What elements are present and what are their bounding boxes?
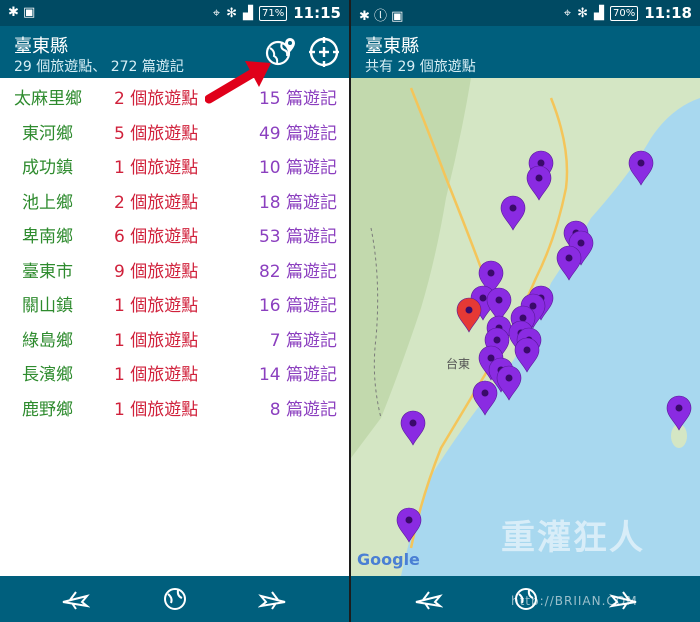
town-name: 太麻里鄉 xyxy=(14,89,82,109)
town-name: 鹿野鄉 xyxy=(22,399,73,420)
map-pin-dot xyxy=(505,374,513,382)
map-pin-dot xyxy=(409,419,417,427)
note-count: 16 篇遊記 xyxy=(258,296,337,316)
spot-count: 6 個旅遊點 xyxy=(114,227,199,247)
map-pin-dot xyxy=(481,389,489,397)
map-pin-dot xyxy=(577,239,585,247)
map-pin-dot xyxy=(493,336,501,344)
location-icon: ⌖ xyxy=(563,5,572,21)
page-subtitle: 29 個旅遊點、 272 篇遊記 xyxy=(14,59,184,75)
bottom-nav xyxy=(0,576,349,622)
map-view[interactable]: 台東 Google xyxy=(351,78,700,576)
battery-indicator: 70% xyxy=(610,5,639,21)
spot-count: 2 個旅遊點 xyxy=(114,89,199,109)
list-item[interactable]: 綠島鄉 1 個旅遊點 7 篇遊記 xyxy=(0,320,349,355)
red-arrow-icon xyxy=(205,61,271,104)
notification-icons: ✱ ⓛ ▣ xyxy=(359,9,404,24)
city-label: 台東 xyxy=(446,356,470,371)
list-item[interactable]: 池上鄉 2 個旅遊點 18 篇遊記 xyxy=(0,182,349,217)
signal-icon: ▟ xyxy=(594,5,605,21)
spot-count: 2 個旅遊點 xyxy=(114,192,199,213)
plane-left-icon[interactable] xyxy=(60,584,90,614)
note-count: 7 篇遊記 xyxy=(269,330,337,351)
note-count: 10 篇遊記 xyxy=(258,158,337,178)
list-item[interactable]: 鹿野鄉 1 個旅遊點 8 篇遊記 xyxy=(0,389,349,424)
watermark-text: 重灌狂人 xyxy=(501,518,645,558)
page-title: 臺東縣 xyxy=(14,36,68,57)
town-name: 臺東市 xyxy=(22,261,73,282)
note-count: 14 篇遊記 xyxy=(258,365,337,385)
location-icon: ⌖ xyxy=(212,5,221,21)
town-name: 成功鎮 xyxy=(22,158,73,178)
list-item[interactable]: 東河鄉 5 個旅遊點 49 篇遊記 xyxy=(0,113,349,148)
plane-right-icon[interactable] xyxy=(258,584,288,614)
spot-count: 1 個旅遊點 xyxy=(114,330,199,351)
town-name: 東河鄉 xyxy=(22,123,73,144)
battery-indicator: 71% xyxy=(259,5,288,21)
list-item[interactable]: 臺東市 9 個旅遊點 82 篇遊記 xyxy=(0,251,349,286)
right-screen: ✱ ⓛ ▣ ⌖ ✻ ▟ 70% 11:18 臺東縣 共有 29 個旅遊點 台東 … xyxy=(351,0,700,622)
left-screen: ✱ ▣ ⌖ ✻ ▟ 71% 11:15 臺東縣 29 個旅遊點、 272 篇遊記 xyxy=(0,0,349,622)
map-pin-dot xyxy=(565,254,573,262)
app-bar: 臺東縣 29 個旅遊點、 272 篇遊記 xyxy=(0,26,349,78)
map-pin-dot xyxy=(535,174,543,182)
list-item[interactable]: 長濱鄉 1 個旅遊點 14 篇遊記 xyxy=(0,354,349,389)
township-list: 太麻里鄉 2 個旅遊點 15 篇遊記 東河鄉 5 個旅遊點 49 篇遊記 成功鎮 1 個旅… xyxy=(0,78,349,423)
map-pin-dot xyxy=(487,269,495,277)
spot-count: 1 個旅遊點 xyxy=(114,365,199,385)
add-location-icon[interactable] xyxy=(306,34,342,70)
bluetooth-icon: ✻ xyxy=(577,5,589,21)
note-count: 8 篇遊記 xyxy=(269,399,337,420)
spot-count: 9 個旅遊點 xyxy=(114,261,199,282)
map-canvas[interactable]: 台東 xyxy=(351,78,700,576)
note-count: 18 篇遊記 xyxy=(258,192,337,213)
signal-icon: ▟ xyxy=(243,5,254,21)
list-item[interactable]: 成功鎮 1 個旅遊點 10 篇遊記 xyxy=(0,147,349,182)
list-item[interactable]: 關山鎮 1 個旅遊點 16 篇遊記 xyxy=(0,285,349,320)
list-item[interactable]: 卑南鄉 6 個旅遊點 53 篇遊記 xyxy=(0,216,349,251)
status-bar: ✱ ▣ ⌖ ✻ ▟ 71% 11:15 xyxy=(0,0,349,26)
page-title: 臺東縣 xyxy=(365,36,419,57)
watermark-url: http://BRIIAN.COM xyxy=(511,594,638,608)
map-pin-dot xyxy=(465,306,473,314)
map-pin-dot xyxy=(523,346,531,354)
spot-count: 1 個旅遊點 xyxy=(114,296,199,316)
note-count: 53 篇遊記 xyxy=(258,227,337,247)
town-name: 長濱鄉 xyxy=(22,365,73,385)
map-pin-dot xyxy=(637,159,645,167)
list-item[interactable]: 太麻里鄉 2 個旅遊點 15 篇遊記 xyxy=(0,78,349,113)
town-name: 關山鎮 xyxy=(22,296,73,316)
map-pin-dot xyxy=(405,516,413,524)
map-pin-dot xyxy=(675,404,683,412)
plane-left-icon[interactable] xyxy=(413,584,443,614)
note-count: 49 篇遊記 xyxy=(258,123,337,144)
spot-count: 5 個旅遊點 xyxy=(114,123,199,144)
spot-count: 1 個旅遊點 xyxy=(114,158,199,178)
notification-icons: ✱ ▣ xyxy=(8,5,36,20)
map-pin-dot xyxy=(519,314,527,322)
town-name: 綠島鄉 xyxy=(22,330,73,351)
google-logo: Google xyxy=(357,550,420,569)
app-bar: 臺東縣 共有 29 個旅遊點 xyxy=(351,26,700,78)
map-pin-dot xyxy=(537,159,545,167)
note-count: 82 篇遊記 xyxy=(258,261,337,282)
map-pin-dot xyxy=(495,296,503,304)
map-pin-dot xyxy=(509,204,517,212)
clock: 11:15 xyxy=(293,4,341,22)
town-name: 卑南鄉 xyxy=(22,227,73,247)
spot-count: 1 個旅遊點 xyxy=(114,399,199,420)
map-pin-dot xyxy=(479,294,487,302)
status-bar: ✱ ⓛ ▣ ⌖ ✻ ▟ 70% 11:18 xyxy=(351,0,700,26)
clock: 11:18 xyxy=(644,4,692,22)
page-subtitle: 共有 29 個旅遊點 xyxy=(365,59,476,75)
town-name: 池上鄉 xyxy=(22,192,73,213)
globe-nav-icon[interactable] xyxy=(160,584,190,614)
bluetooth-icon: ✻ xyxy=(226,5,238,21)
